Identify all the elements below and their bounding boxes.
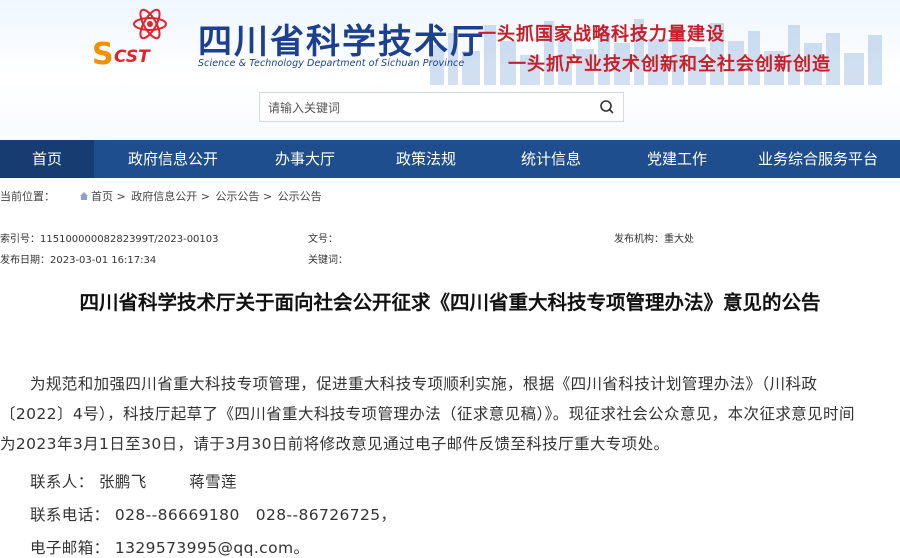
breadcrumb: 当前位置： 首页 > 政府信息公开 > 公示公告 > 公示公告 (0, 188, 322, 204)
breadcrumb-separator: > (200, 190, 210, 203)
meta-index-value: 11510000008282399T/2023-00103 (40, 234, 219, 245)
meta-issuer: 发布机构：重大处 (614, 230, 694, 245)
meta-issuer-value: 重大处 (664, 234, 694, 245)
search-icon[interactable] (599, 99, 615, 115)
email-line: 电子邮箱： 1329573995@qq.com。 (30, 536, 309, 558)
org-name-english: Science & Technology Department of Sichu… (198, 58, 465, 69)
slogan-line-2: 一头抓产业技术创新和全社会创新创造 (508, 54, 831, 75)
meta-date-value: 2023-03-01 16:17:34 (50, 255, 157, 266)
meta-issuer-label: 发布机构： (614, 234, 664, 245)
email-label: 电子邮箱： (30, 539, 110, 557)
article-paragraph-line: 为规范和加强四川省重大科技专项管理，促进重大科技专项顺利实施，根据《四川省科技计… (30, 375, 818, 393)
phone-line: 联系电话： 028--86669180 028--86726725， (30, 503, 396, 525)
meta-keywords: 关键词： (308, 251, 348, 266)
meta-doc-no-label: 文号： (308, 234, 338, 245)
nav-item-policy[interactable]: 政策法规 (372, 140, 480, 178)
site-header: S CST 四川省科学技术厅 Science & Technology Depa… (0, 0, 900, 140)
nav-item-home[interactable]: 首页 (0, 140, 94, 178)
contact-names: 张鹏飞 蒋雪莲 (98, 473, 237, 491)
meta-index-label: 索引号： (0, 234, 40, 245)
breadcrumb-link-gov-info[interactable]: 政府信息公开 (131, 190, 197, 203)
contact-label: 联系人： (30, 473, 94, 491)
nav-item-party[interactable]: 党建工作 (622, 140, 732, 178)
org-name: 四川省科学技术厅 (198, 22, 486, 62)
meta-doc-no: 文号： (308, 230, 338, 245)
article-paragraph-line: 为2023年3月1日至30日，请于3月30日前将修改意见通过电子邮件反馈至科技厅… (0, 435, 670, 453)
svg-text:CST: CST (114, 47, 151, 66)
scst-logo-icon: S CST (92, 8, 167, 66)
article-title: 四川省科学技术厅关于面向社会公开征求《四川省重大科技专项管理办法》意见的公告 (79, 291, 821, 314)
phone-label: 联系电话： (30, 506, 110, 524)
nav-item-statistics[interactable]: 统计信息 (496, 140, 606, 178)
slogan-line-1: 一头抓国家战略科技力量建设 (478, 24, 725, 45)
breadcrumb-link-home[interactable]: 首页 (91, 190, 113, 203)
nav-item-gov-info[interactable]: 政府信息公开 (108, 140, 238, 178)
meta-date-label: 发布日期： (0, 255, 50, 266)
breadcrumb-separator: > (262, 190, 273, 203)
breadcrumb-link-notices[interactable]: 公示公告 (215, 190, 259, 203)
meta-keywords-label: 关键词： (308, 255, 348, 266)
breadcrumb-separator: > (116, 190, 126, 203)
main-nav: 首页 政府信息公开 办事大厅 政策法规 统计信息 党建工作 业务综合服务平台 (0, 140, 900, 178)
breadcrumb-link-notices-current[interactable]: 公示公告 (278, 190, 322, 203)
breadcrumb-prefix: 当前位置： (0, 190, 55, 203)
phone-values: 028--86669180 028--86726725， (114, 506, 397, 524)
search-box (259, 92, 624, 122)
svg-text:S: S (92, 37, 114, 66)
nav-item-service-hall[interactable]: 办事大厅 (250, 140, 360, 178)
article-paragraph-line: 〔2022〕4号），科技厅起草了《四川省重大科技专项管理办法（征求意见稿）》。现… (0, 405, 855, 423)
contact-line: 联系人： 张鹏飞 蒋雪莲 (30, 470, 237, 492)
nav-item-service-platform[interactable]: 业务综合服务平台 (738, 140, 898, 178)
meta-index: 索引号：11510000008282399T/2023-00103 (0, 230, 219, 245)
email-value: 1329573995@qq.com。 (114, 539, 310, 557)
search-input[interactable] (266, 97, 590, 119)
home-icon (80, 192, 88, 200)
meta-date: 发布日期：2023-03-01 16:17:34 (0, 251, 156, 266)
